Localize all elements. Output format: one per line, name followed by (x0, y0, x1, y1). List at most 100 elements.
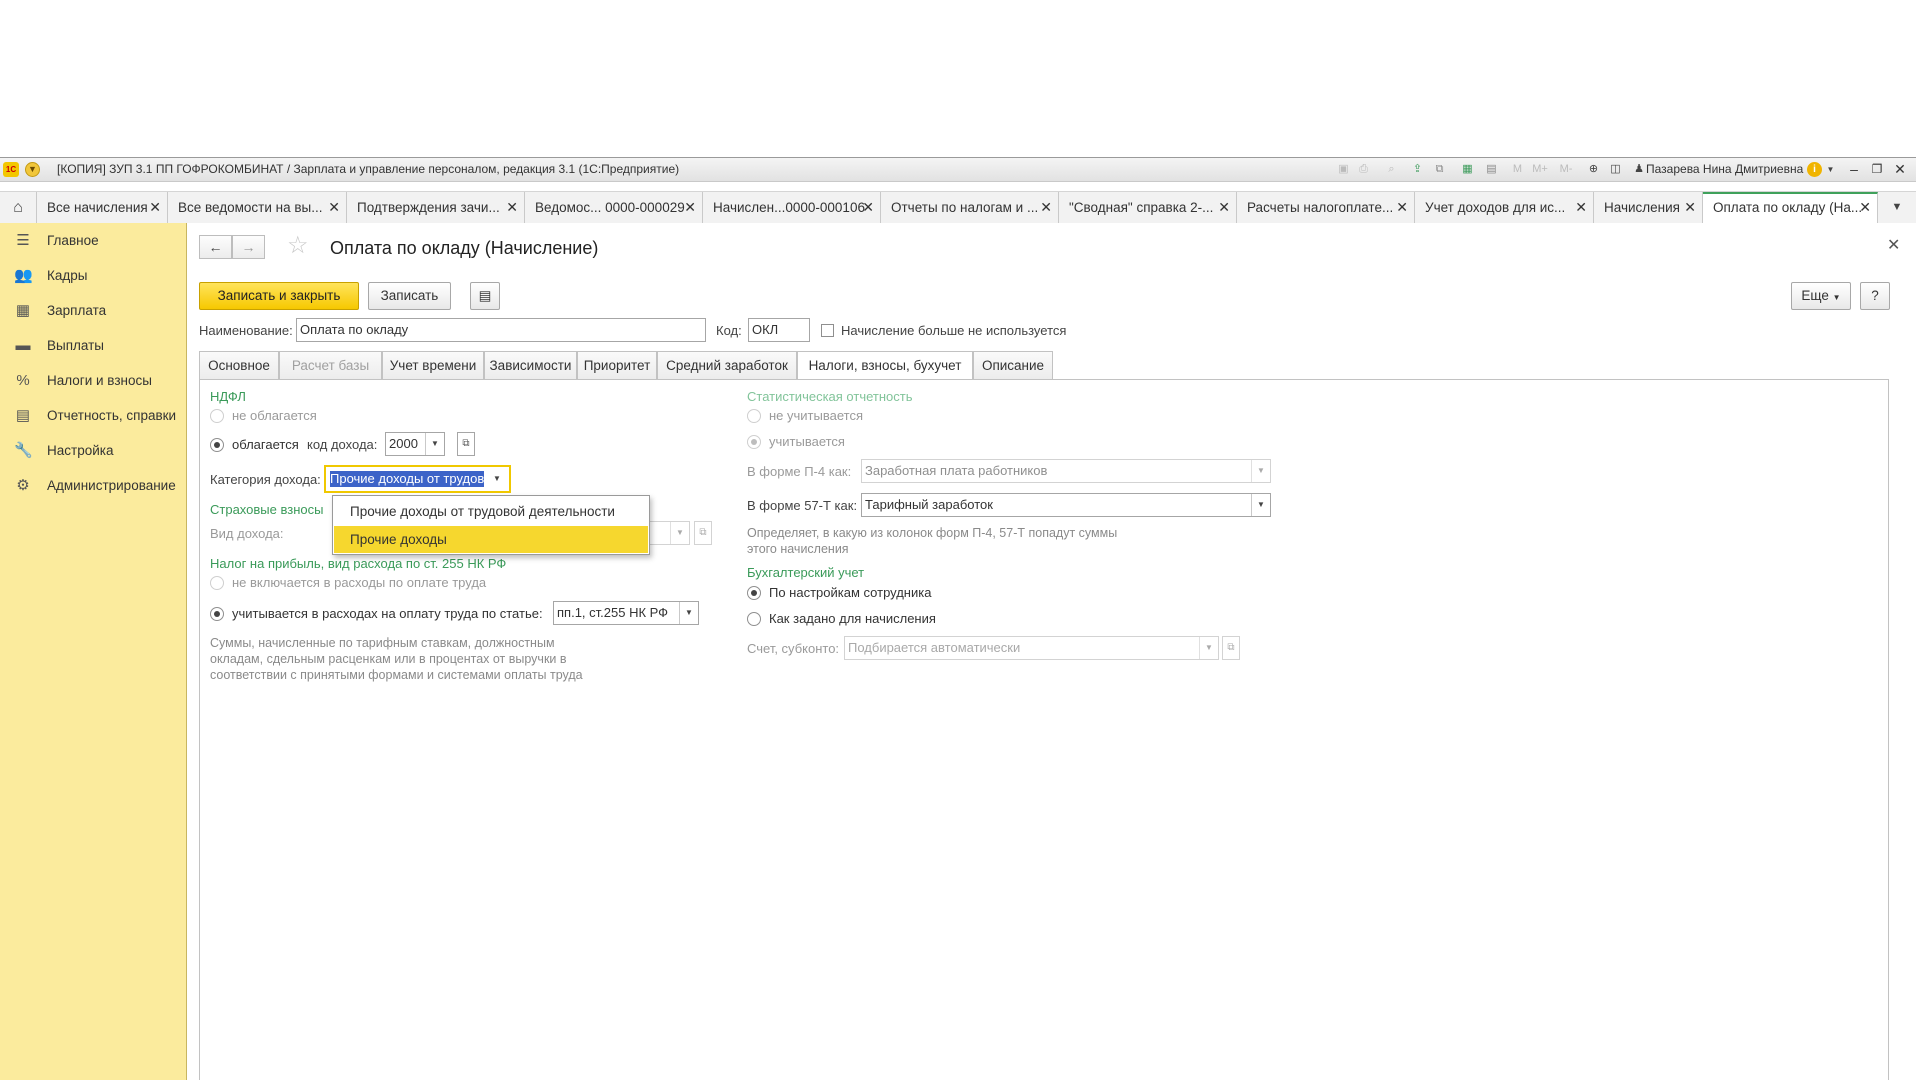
forward-button[interactable]: → (232, 235, 265, 259)
favorite-star-icon[interactable]: ☆ (287, 234, 309, 258)
document-icon[interactable]: ▤ (470, 282, 500, 310)
name-field[interactable]: Оплата по окладу (296, 318, 706, 342)
account-field[interactable]: Подбирается автоматически ▼ (844, 636, 1219, 660)
home-icon[interactable]: ⌂ (0, 192, 37, 223)
open-tab[interactable]: Все начисления ✕ (37, 192, 168, 223)
close-icon[interactable]: ✕ (1684, 192, 1696, 223)
calculator-icon[interactable]: ▦ (1460, 162, 1475, 177)
tab-main[interactable]: Основное (199, 351, 279, 379)
sidebar-item-reports[interactable]: ▤ Отчетность, справки (0, 403, 186, 429)
sidebar-item-payments[interactable]: ▬ Выплаты (0, 333, 186, 359)
tab-average-earnings[interactable]: Средний заработок (657, 351, 797, 379)
sidebar-item-hr[interactable]: 👥 Кадры (0, 263, 186, 289)
p4-field[interactable]: Заработная плата работников ▼ (861, 459, 1271, 483)
included-radio[interactable] (210, 607, 224, 621)
close-icon[interactable]: ✕ (328, 192, 340, 223)
sidebar-item-taxes[interactable]: % Налоги и взносы (0, 368, 186, 394)
tab-time-accounting[interactable]: Учет времени (382, 351, 484, 379)
by-employee-radio[interactable] (747, 586, 761, 600)
tab-taxes-accounting[interactable]: Налоги, взносы, бухучет (797, 351, 973, 380)
more-button[interactable]: Еще ▼ (1791, 282, 1851, 310)
memory-m-button[interactable]: M (1510, 162, 1525, 177)
chevron-down-icon[interactable]: ▼ (489, 471, 505, 487)
open-tab[interactable]: Расчеты налогоплате... ✕ (1237, 192, 1415, 223)
copy-icon[interactable]: ⧉ (1432, 162, 1447, 177)
tab-base-calc[interactable]: Расчет базы (279, 351, 382, 379)
close-icon[interactable]: ✕ (1396, 192, 1408, 223)
main-menu-icon[interactable]: ▼ (25, 162, 40, 177)
tab-dependencies[interactable]: Зависимости (484, 351, 577, 379)
open-link-icon[interactable]: ⧉ (457, 432, 475, 456)
zoom-icon[interactable]: ⊕ (1586, 162, 1601, 177)
open-tab[interactable]: Ведомос... 0000-000029 ✕ (525, 192, 703, 223)
open-tab[interactable]: Начисления ✕ (1594, 192, 1703, 223)
dropdown-option-highlighted[interactable]: Прочие доходы (334, 526, 648, 553)
save-and-close-button[interactable]: Записать и закрыть (199, 282, 359, 310)
tab-description[interactable]: Описание (973, 351, 1053, 379)
as-set-radio[interactable] (747, 612, 761, 626)
memory-minus-button[interactable]: M- (1556, 162, 1576, 177)
stat-not-counted-radio[interactable] (747, 409, 761, 423)
sidebar-item-salary[interactable]: ▦ Зарплата (0, 298, 186, 324)
chevron-down-icon[interactable]: ▼ (1251, 494, 1270, 516)
open-tab[interactable]: Учет доходов для ис... ✕ (1415, 192, 1594, 223)
close-icon[interactable]: ✕ (1575, 192, 1587, 223)
not-included-label: не включается в расходы по оплате труда (232, 575, 487, 590)
dropdown-option[interactable]: Прочие доходы от трудовой деятельности (334, 498, 648, 525)
back-button[interactable]: ← (199, 235, 232, 259)
open-tab[interactable]: Все ведомости на вы... ✕ (168, 192, 347, 223)
open-tab-active[interactable]: Оплата по окладу (На... ✕ (1703, 192, 1878, 223)
not-included-radio[interactable] (210, 576, 224, 590)
chevron-down-icon[interactable]: ▼ (1823, 162, 1838, 177)
close-form-icon[interactable]: ✕ (1887, 235, 1900, 255)
income-code-field[interactable]: 2000 ▼ (385, 432, 445, 456)
preview-icon[interactable]: ⌕ (1384, 162, 1399, 177)
calendar-icon[interactable]: ▤ (1484, 162, 1499, 177)
print-icon[interactable]: ⎙ (1356, 162, 1371, 177)
save-button[interactable]: Записать (368, 282, 451, 310)
open-link-icon[interactable]: ⧉ (694, 521, 712, 545)
f57-label: В форме 57-Т как: (747, 498, 858, 513)
open-link-icon[interactable]: ⧉ (1222, 636, 1240, 660)
sidebar-item-settings[interactable]: 🔧 Настройка (0, 438, 186, 464)
chevron-down-icon[interactable]: ▼ (670, 522, 689, 544)
save-icon[interactable]: ▣ (1336, 162, 1351, 177)
unused-checkbox[interactable] (821, 324, 834, 337)
close-icon[interactable]: ✕ (149, 192, 161, 223)
close-icon[interactable]: ✕ (862, 192, 874, 223)
close-icon[interactable]: ✕ (684, 192, 696, 223)
chevron-down-icon[interactable]: ▼ (1251, 460, 1270, 482)
minimize-button[interactable]: – (1845, 160, 1863, 178)
chevron-down-icon[interactable]: ▼ (1199, 637, 1218, 659)
chevron-down-icon[interactable]: ▼ (679, 602, 698, 624)
memory-plus-button[interactable]: M+ (1530, 162, 1550, 177)
article-field[interactable]: пп.1, ст.255 НК РФ ▼ (553, 601, 699, 625)
close-window-button[interactable]: ✕ (1891, 160, 1909, 178)
open-tab[interactable]: "Сводная" справка 2-... ✕ (1059, 192, 1237, 223)
restore-button[interactable]: ❐ (1868, 160, 1886, 178)
close-icon[interactable]: ✕ (1859, 194, 1871, 221)
sidebar-item-main[interactable]: ☰ Главное (0, 228, 186, 254)
help-button[interactable]: ? (1860, 282, 1890, 310)
income-category-combo[interactable]: Прочие доходы от трудов ▼ (324, 465, 511, 493)
panels-icon[interactable]: ◫ (1608, 162, 1623, 177)
close-icon[interactable]: ✕ (1040, 192, 1052, 223)
stat-counted-radio[interactable] (747, 435, 761, 449)
close-icon[interactable]: ✕ (506, 192, 518, 223)
people-icon: 👥 (14, 267, 33, 284)
close-icon[interactable]: ✕ (1218, 192, 1230, 223)
open-tab[interactable]: Отчеты по налогам и ... ✕ (881, 192, 1059, 223)
chevron-down-icon[interactable]: ▼ (425, 433, 444, 455)
sidebar-item-admin[interactable]: ⚙ Администрирование (0, 473, 186, 499)
f57-field[interactable]: Тарифный заработок ▼ (861, 493, 1271, 517)
ndfl-taxed-radio[interactable] (210, 438, 224, 452)
tab-priority[interactable]: Приоритет (577, 351, 657, 379)
current-user[interactable]: Пазарева Нина Дмитриевна (1646, 162, 1803, 176)
tabs-menu-chevron-icon[interactable]: ▼ (1878, 192, 1916, 223)
upload-icon[interactable]: ⇪ (1410, 162, 1425, 177)
open-tab[interactable]: Подтверждения зачи... ✕ (347, 192, 525, 223)
code-field[interactable]: ОКЛ (748, 318, 810, 342)
ndfl-not-taxed-radio[interactable] (210, 409, 224, 423)
open-tab[interactable]: Начислен...0000-000106 ✕ (703, 192, 881, 223)
info-icon[interactable]: i (1807, 162, 1822, 177)
